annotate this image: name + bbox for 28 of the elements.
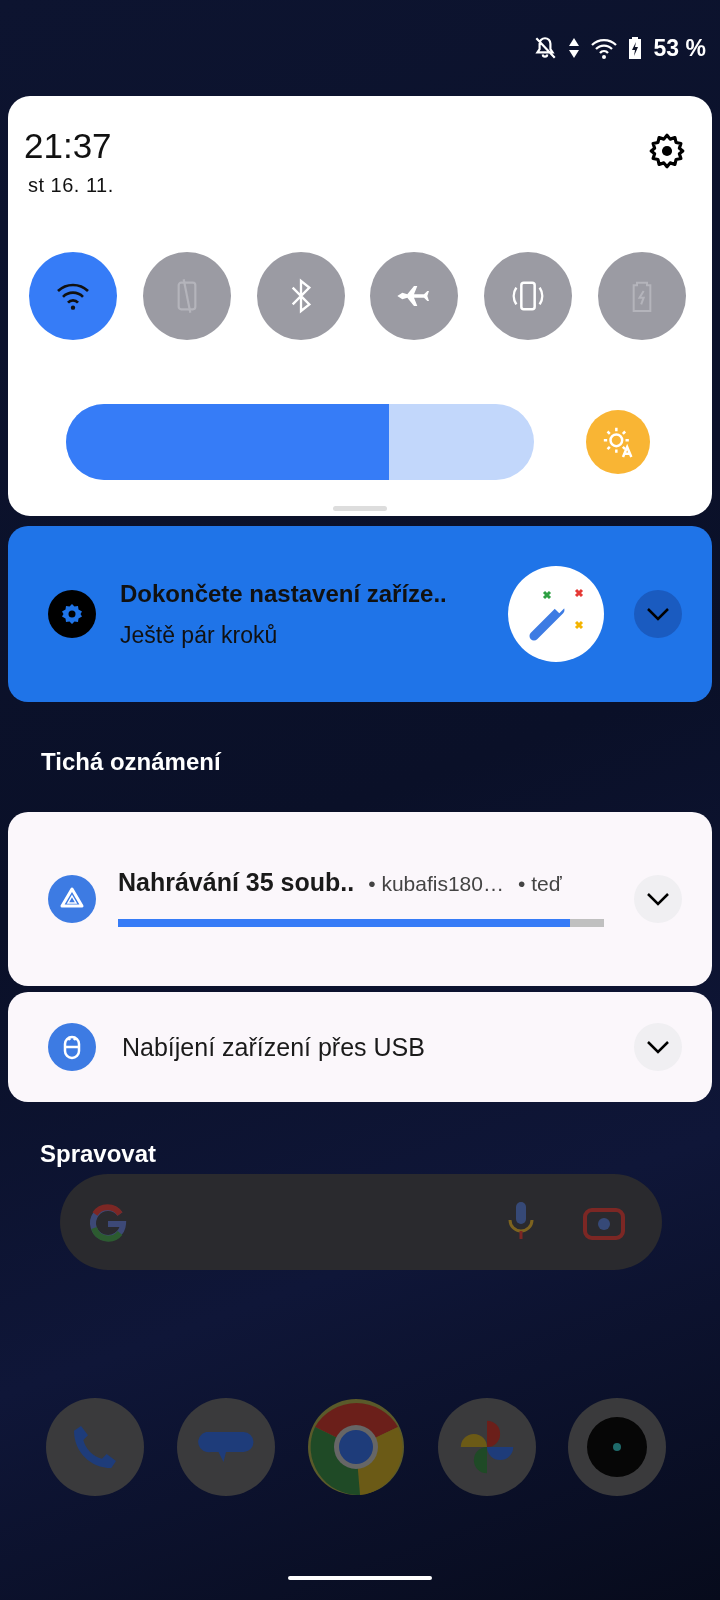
expand-button[interactable] <box>634 1023 682 1071</box>
account-name: • kubafis180… <box>368 871 504 896</box>
date-text: st 16. 11. <box>28 174 114 197</box>
wifi-icon <box>589 36 618 60</box>
notification-title: Dokončete nastavení zaříze.. <box>120 579 448 608</box>
manage-link[interactable]: Spravovat <box>40 1140 157 1168</box>
magic-wand-icon <box>508 566 604 662</box>
notification-title: Nahrávání 35 soub.. <box>118 867 355 897</box>
clock-time: 21:37 <box>24 126 113 166</box>
drive-icon <box>48 875 96 923</box>
browser-app-icon[interactable] <box>307 1398 405 1496</box>
notification-title: Nabíjení zařízení přes USB <box>122 1032 425 1062</box>
chevron-down-icon <box>645 606 671 622</box>
setup-notification[interactable]: Dokončete nastavení zaříze.. Ještě pár kroků <box>8 526 712 702</box>
settings-icon <box>48 590 96 638</box>
notification-card[interactable]: Nahrávání 35 soub.. • kubafis180… • teď <box>8 812 712 986</box>
notification-text: Ještě pár kroků <box>120 621 279 649</box>
battery-percentage: 53 % <box>653 34 706 62</box>
settings-icon[interactable] <box>648 132 686 170</box>
battery-charging-icon <box>627 36 642 60</box>
chevron-down-icon <box>645 1039 671 1055</box>
drag-handle[interactable] <box>333 506 387 511</box>
expand-button[interactable] <box>634 875 682 923</box>
timestamp: • teď <box>517 871 562 896</box>
data-arrows-icon <box>567 36 580 60</box>
chevron-down-icon <box>645 891 671 907</box>
section-heading: Tichá oznámení <box>41 748 223 776</box>
notification-card[interactable]: Nabíjení zařízení přes USB <box>8 992 712 1102</box>
